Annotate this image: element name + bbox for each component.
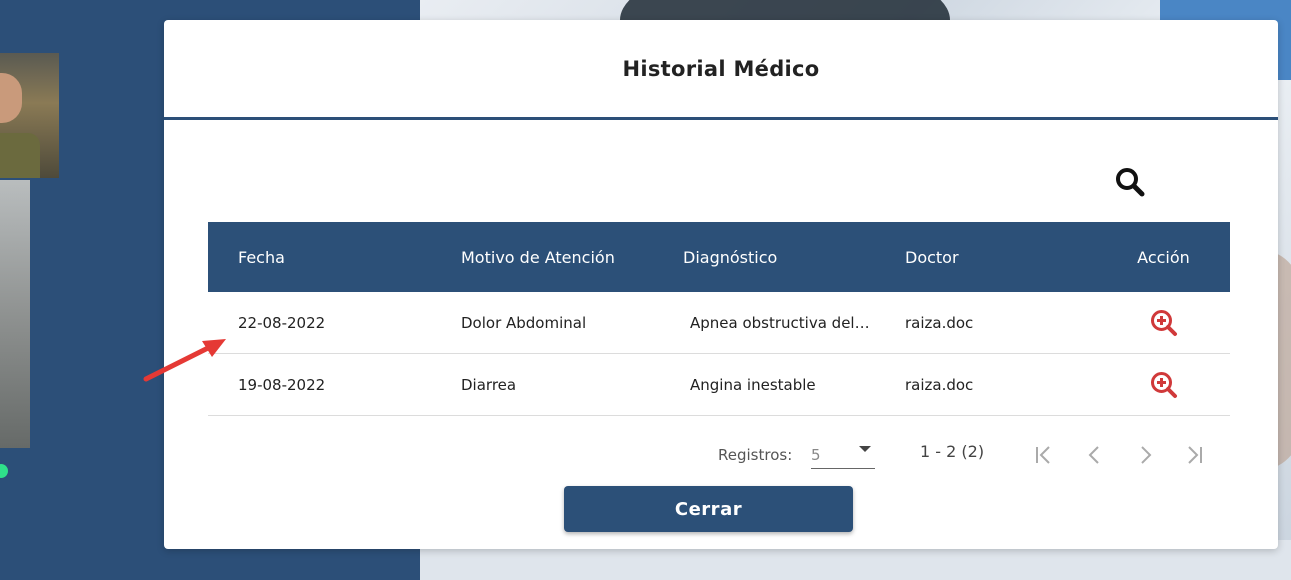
medical-history-modal: Historial Médico Fecha Motivo de Atenció… [164, 20, 1278, 549]
cell-motivo: Diarrea [461, 375, 517, 394]
cell-accion [1097, 370, 1230, 400]
search-button[interactable] [1114, 166, 1146, 198]
cell-diagnostico: Apnea obstructiva del… [690, 313, 870, 332]
history-table: Fecha Motivo de Atención Diagnóstico Doc… [208, 222, 1230, 416]
previous-page-icon[interactable] [1082, 442, 1108, 468]
last-page-icon[interactable] [1180, 442, 1206, 468]
cell-fecha: 19-08-2022 [238, 375, 326, 394]
table-row: 22-08-2022 Dolor Abdominal Apnea obstruc… [208, 292, 1230, 354]
status-dot [0, 464, 8, 478]
header-accion: Acción [1137, 247, 1190, 267]
page-size-select[interactable]: 5 [811, 440, 875, 469]
zoom-in-icon[interactable] [1149, 370, 1179, 400]
zoom-in-icon[interactable] [1149, 308, 1179, 338]
header-fecha[interactable]: Fecha [208, 248, 431, 267]
page-range: 1 - 2 (2) [920, 442, 985, 461]
close-button[interactable]: Cerrar [564, 486, 853, 532]
video-person-shirt [0, 133, 40, 178]
next-page-icon[interactable] [1132, 442, 1158, 468]
modal-header: Historial Médico [164, 20, 1278, 120]
chevron-down-icon [859, 446, 871, 452]
cell-motivo: Dolor Abdominal [461, 313, 587, 332]
paginator: Registros: 5 1 - 2 (2) [164, 440, 1278, 470]
video-thumbnail-remote [0, 53, 59, 178]
first-page-icon[interactable] [1032, 442, 1058, 468]
cell-doctor: raiza.doc [905, 313, 974, 332]
header-motivo[interactable]: Motivo de Atención [431, 248, 653, 267]
cell-fecha: 22-08-2022 [238, 313, 326, 332]
cell-diagnostico: Angina inestable [690, 375, 816, 394]
cell-accion [1097, 308, 1230, 338]
search-icon [1116, 168, 1145, 197]
cell-doctor: raiza.doc [905, 375, 974, 394]
header-doctor[interactable]: Doctor [875, 248, 1097, 267]
header-diagnostico[interactable]: Diagnóstico [653, 248, 875, 267]
table-header: Fecha Motivo de Atención Diagnóstico Doc… [208, 222, 1230, 292]
modal-title: Historial Médico [622, 56, 820, 81]
table-row: 19-08-2022 Diarrea Angina inestable raiz… [208, 354, 1230, 416]
page-size-value: 5 [811, 446, 821, 464]
video-person [0, 73, 22, 123]
video-thumbnail-local [0, 180, 30, 448]
annotation-arrow-icon [143, 339, 226, 382]
page-size-label: Registros: [718, 446, 793, 464]
